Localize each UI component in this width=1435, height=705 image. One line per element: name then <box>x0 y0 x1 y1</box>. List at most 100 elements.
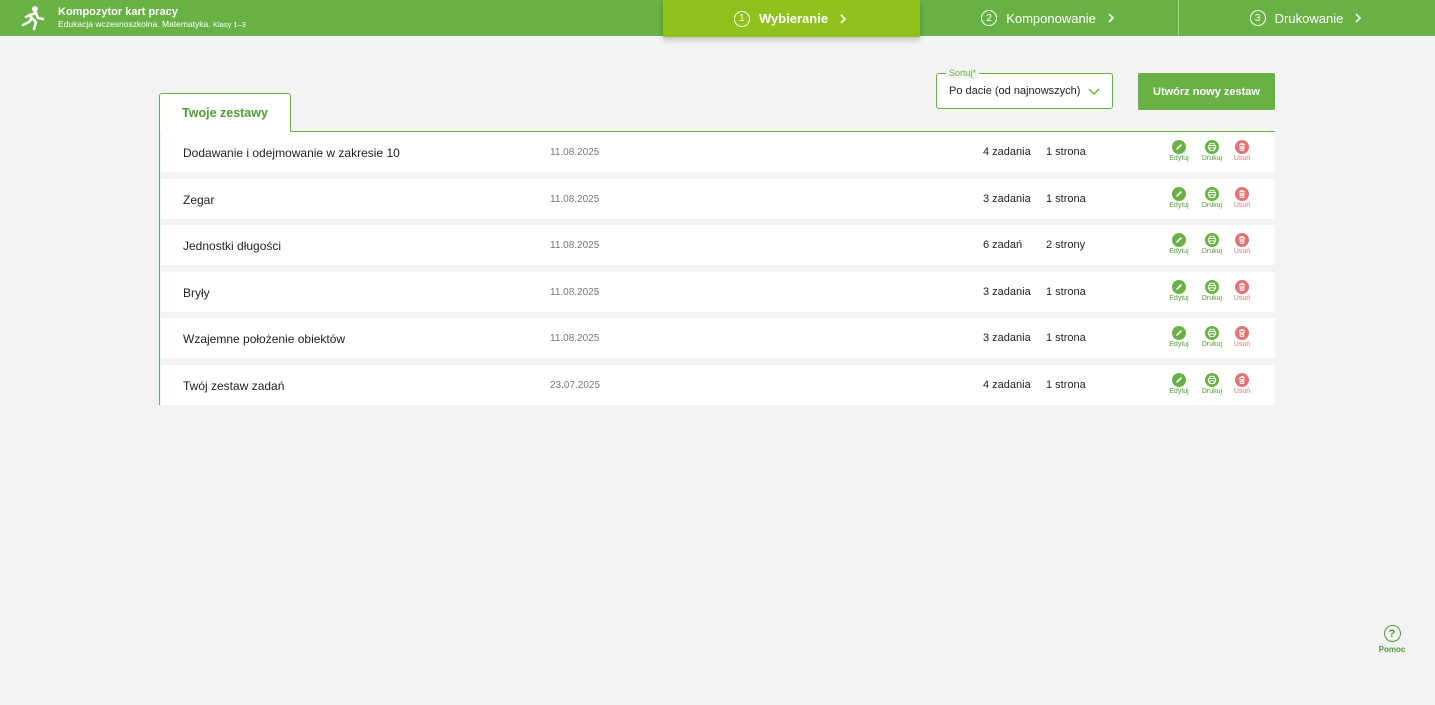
set-date: 11.08.2025 <box>550 147 600 158</box>
brand[interactable]: Kompozytor kart pracy Edukacja wczesnosz… <box>20 4 246 32</box>
chevron-right-icon <box>840 13 847 24</box>
delete-label: Usuń <box>1233 155 1251 162</box>
chevron-down-icon <box>1088 88 1100 96</box>
edit-label: Edytuj <box>1169 387 1189 395</box>
printer-icon <box>1205 372 1219 387</box>
edit-button[interactable]: Edytuj <box>1164 372 1194 401</box>
edit-button[interactable]: Edytuj <box>1164 233 1194 261</box>
set-page-count: 2 strony <box>1046 239 1086 251</box>
tab-your-sets[interactable]: Twoje zestawy <box>159 93 291 132</box>
print-label: Drukuj <box>1201 155 1223 162</box>
runner-logo-icon <box>21 6 45 31</box>
print-label: Drukuj <box>1201 341 1223 348</box>
set-page-count: 1 strona <box>1046 378 1086 391</box>
printer-icon <box>1205 326 1219 340</box>
print-button[interactable]: Drukuj <box>1197 326 1227 354</box>
set-name: Twój zestaw zadań <box>183 378 285 393</box>
chevron-right-icon <box>1108 13 1114 23</box>
app-subtitle: Edukacja wczesnoszkolna. Matematyka. Kla… <box>58 19 246 30</box>
help-button[interactable]: ? Pomoc <box>1376 625 1408 655</box>
step-label: Komponowanie <box>1006 10 1096 26</box>
set-name: Bryły <box>183 285 210 300</box>
delete-button[interactable]: Usuń <box>1227 186 1257 215</box>
step-komponowanie[interactable]: 2 Komponowanie <box>920 0 1179 36</box>
delete-label: Usuń <box>1233 387 1251 395</box>
print-button[interactable]: Drukuj <box>1197 186 1227 215</box>
set-date: 11.08.2025 <box>550 193 600 205</box>
list-item[interactable]: Dodawanie i odejmowanie w zakresie 10 11… <box>161 132 1275 172</box>
edit-button[interactable]: Edytuj <box>1164 279 1194 308</box>
wizard-steps: 1 Wybieranie 2 Komponowanie 3 Drukowanie <box>663 0 1435 37</box>
pencil-icon <box>1172 186 1186 201</box>
step-label: Wybieranie <box>758 11 829 26</box>
print-label: Drukuj <box>1201 248 1223 255</box>
print-label: Drukuj <box>1201 294 1223 302</box>
list-item[interactable]: Jednostki długości 11.08.2025 6 zadań 2 … <box>161 225 1275 265</box>
pencil-icon <box>1172 140 1186 154</box>
list-border <box>159 131 160 405</box>
set-page-count: 1 strona <box>1046 285 1086 298</box>
trash-icon <box>1235 186 1249 201</box>
delete-label: Usuń <box>1233 341 1251 348</box>
print-button[interactable]: Drukuj <box>1197 140 1227 168</box>
set-date: 11.08.2025 <box>550 333 600 344</box>
edit-label: Edytuj <box>1169 341 1189 348</box>
set-page-count: 1 strona <box>1046 146 1086 158</box>
set-name: Dodawanie i odejmowanie w zakresie 10 <box>183 146 400 160</box>
set-page-count: 1 strona <box>1046 332 1086 344</box>
set-name: Zegar <box>183 192 215 207</box>
pencil-icon <box>1172 326 1186 340</box>
pencil-icon <box>1172 372 1186 387</box>
edit-button[interactable]: Edytuj <box>1164 140 1194 168</box>
printer-icon <box>1205 279 1219 294</box>
set-date: 11.08.2025 <box>550 240 600 251</box>
edit-button[interactable]: Edytuj <box>1164 186 1194 215</box>
set-name: Jednostki długości <box>183 239 282 253</box>
list-item[interactable]: Twój zestaw zadań 23.07.2025 4 zadania 1… <box>161 364 1275 405</box>
edit-label: Edytuj <box>1169 201 1189 209</box>
delete-button[interactable]: Usuń <box>1227 279 1257 308</box>
print-label: Drukuj <box>1201 387 1223 395</box>
set-date: 23.07.2025 <box>550 379 601 391</box>
create-new-set-button[interactable]: Utwórz nowy zestaw <box>1138 73 1275 110</box>
set-task-count: 4 zadania <box>983 378 1031 391</box>
step-number: 1 <box>733 10 750 27</box>
sort-select[interactable]: Sortuj* Po dacie (od najnowszych) <box>936 68 1113 109</box>
step-number: 3 <box>1249 10 1266 26</box>
step-number: 2 <box>981 10 998 26</box>
print-button[interactable]: Drukuj <box>1197 233 1227 261</box>
printer-icon <box>1205 140 1219 154</box>
print-button[interactable]: Drukuj <box>1197 372 1227 401</box>
delete-label: Usuń <box>1233 201 1251 209</box>
sort-value: Po dacie (od najnowszych) <box>949 85 1081 97</box>
edit-label: Edytuj <box>1169 155 1189 162</box>
trash-icon <box>1235 326 1249 340</box>
question-mark-icon: ? <box>1383 625 1401 642</box>
printer-icon <box>1205 233 1219 247</box>
list-item[interactable]: Zegar 11.08.2025 3 zadania 1 strona Edyt… <box>161 178 1275 219</box>
print-button[interactable]: Drukuj <box>1197 279 1227 308</box>
sort-label: Sortuj* <box>946 68 980 79</box>
delete-button[interactable]: Usuń <box>1227 372 1257 401</box>
trash-icon <box>1235 140 1249 154</box>
set-date: 11.08.2025 <box>550 286 600 298</box>
delete-button[interactable]: Usuń <box>1227 140 1257 168</box>
list-item[interactable]: Wzajemne położenie obiektów 11.08.2025 3… <box>161 318 1275 358</box>
edit-button[interactable]: Edytuj <box>1164 326 1194 354</box>
delete-button[interactable]: Usuń <box>1227 326 1257 354</box>
trash-icon <box>1235 372 1249 387</box>
pencil-icon <box>1172 279 1186 294</box>
trash-icon <box>1235 279 1249 294</box>
delete-button[interactable]: Usuń <box>1227 233 1257 261</box>
trash-icon <box>1235 233 1249 247</box>
step-wybieranie[interactable]: 1 Wybieranie <box>663 0 920 37</box>
set-task-count: 6 zadań <box>983 239 1023 251</box>
step-drukowanie[interactable]: 3 Drukowanie <box>1179 0 1435 36</box>
list-item[interactable]: Bryły 11.08.2025 3 zadania 1 strona Edyt… <box>161 271 1275 312</box>
edit-label: Edytuj <box>1169 248 1189 255</box>
set-task-count: 4 zadania <box>983 146 1031 158</box>
printer-icon <box>1205 186 1219 201</box>
print-label: Drukuj <box>1201 201 1223 209</box>
set-page-count: 1 strona <box>1046 192 1086 205</box>
set-task-count: 3 zadania <box>983 285 1031 298</box>
